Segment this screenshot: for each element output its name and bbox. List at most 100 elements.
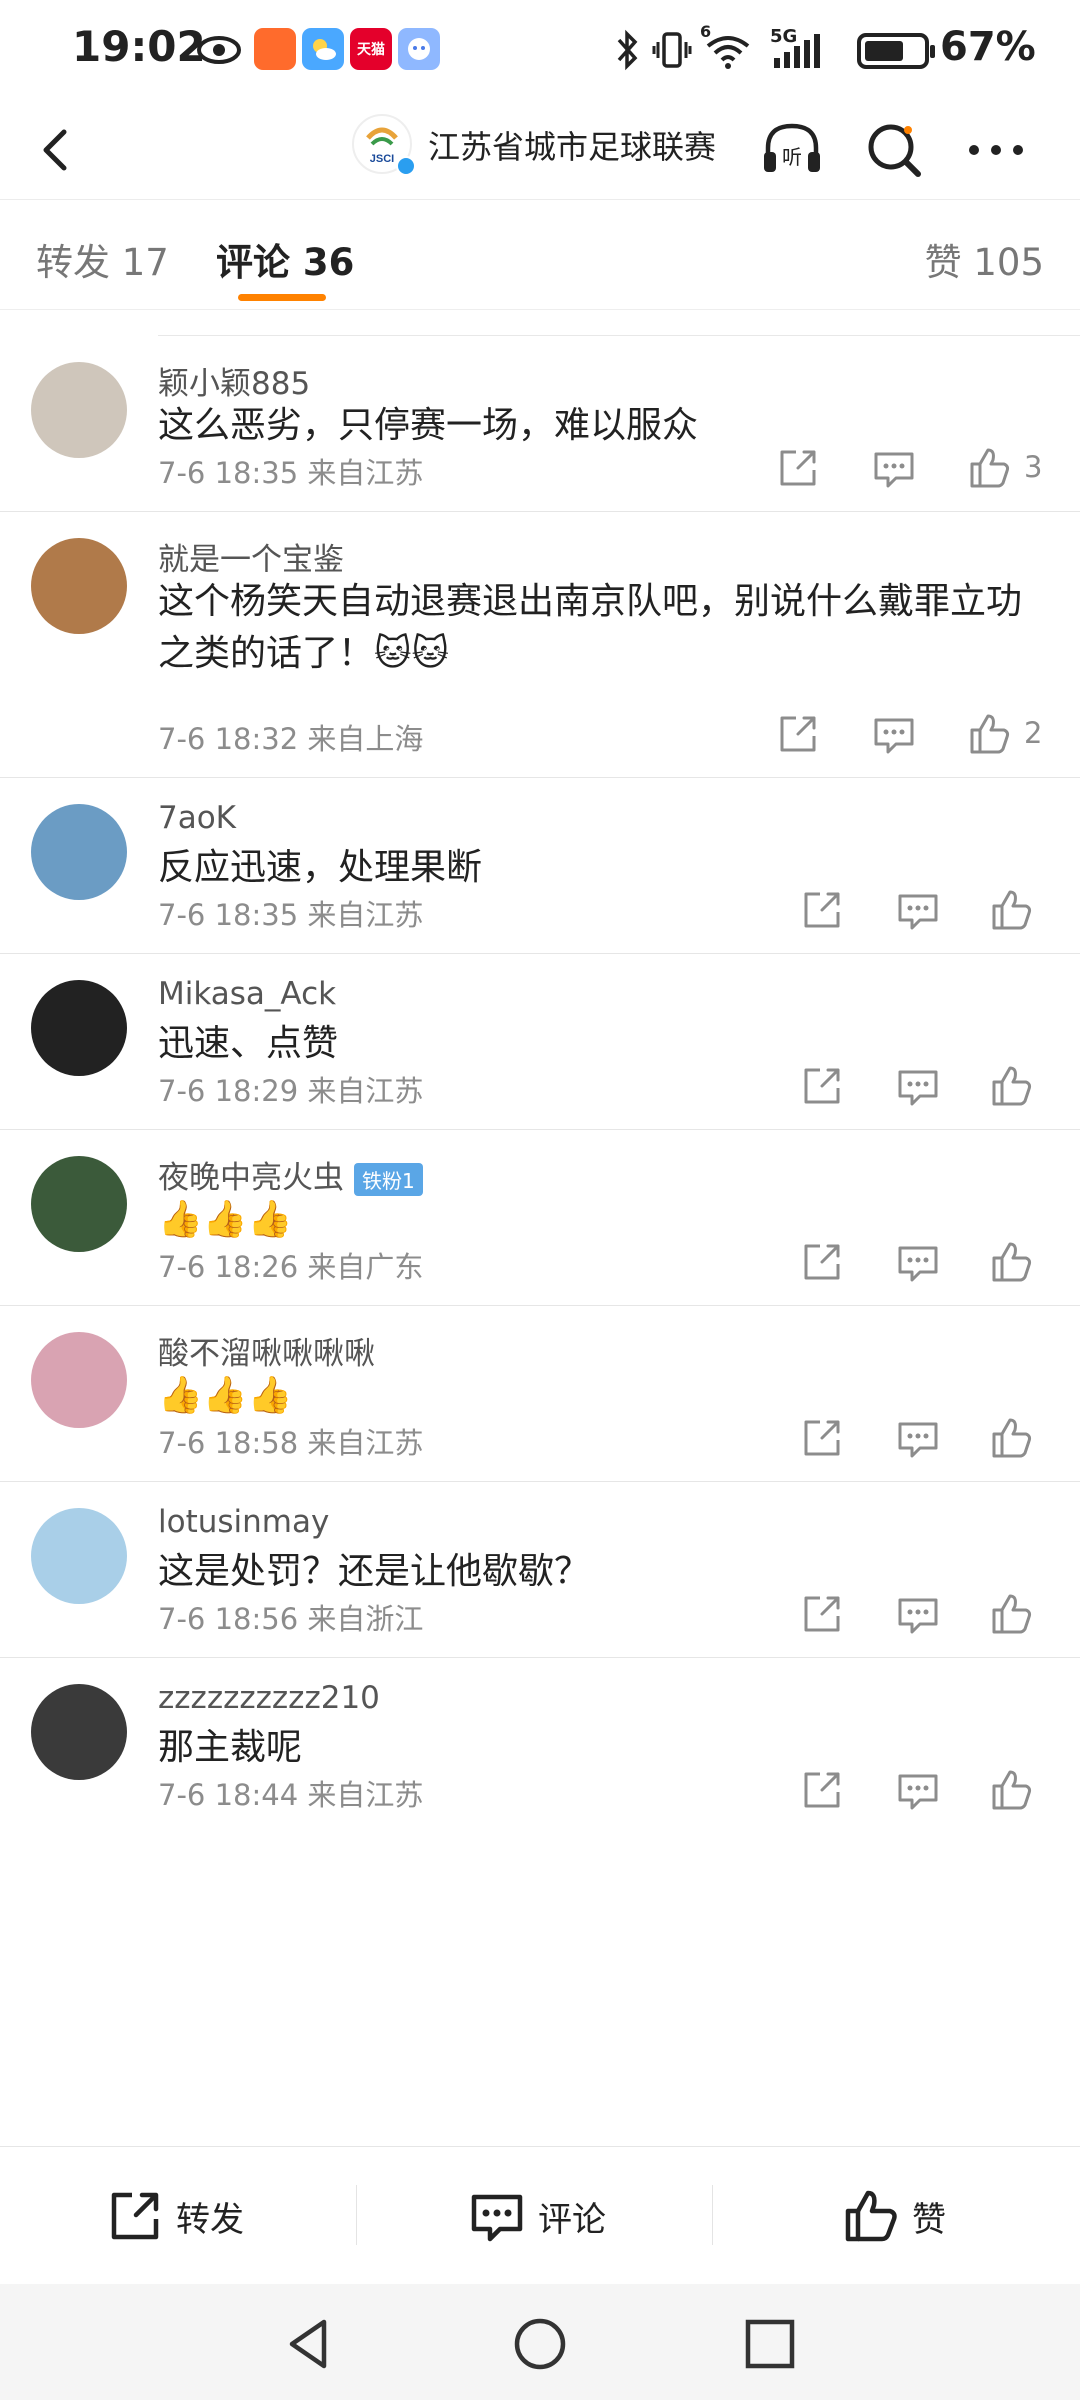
share-icon[interactable] (800, 888, 844, 932)
share-icon[interactable] (800, 1768, 844, 1812)
comment-location: 来自江苏 (307, 898, 424, 932)
comment-item[interactable]: 7aoK 反应迅速，处理果断 7-6 18:35 来自江苏 (0, 778, 1080, 954)
share-icon[interactable] (800, 1416, 844, 1460)
comment-text: 迅速、点赞 (158, 1023, 339, 1064)
thumbs-up-icon[interactable] (968, 712, 1012, 756)
comment-meta: 7-6 18:26 来自广东 (158, 1244, 423, 1286)
thumbs-up-icon[interactable] (990, 888, 1034, 932)
thumbs-up-icon[interactable] (990, 1592, 1034, 1636)
comment-text: 👍👍👍 (158, 1375, 293, 1416)
bottom-action-bar: 转发 评论 赞 (0, 2146, 1080, 2284)
signal-icon (774, 34, 820, 68)
reply-icon[interactable] (896, 888, 940, 932)
bottom-repost-button[interactable]: 转发 (106, 2147, 244, 2285)
share-icon[interactable] (776, 446, 820, 490)
comment-text: 这是处罚？还是让他歇歇？ (158, 1551, 591, 1592)
username-text: 7aoK (158, 800, 237, 836)
system-home-icon[interactable] (510, 2314, 570, 2374)
listen-headphone-icon[interactable]: 听 (756, 114, 828, 186)
share-icon[interactable] (800, 1064, 844, 1108)
reply-icon[interactable] (896, 1240, 940, 1284)
username-text: 就是一个宝鉴 (158, 542, 344, 578)
back-arrow-icon[interactable] (30, 122, 86, 178)
search-icon[interactable] (858, 114, 930, 186)
reply-icon[interactable] (896, 1768, 940, 1812)
username-text: 夜晚中亮火虫 (158, 1160, 344, 1196)
comment-username[interactable]: lotusinmay (158, 1504, 329, 1540)
comment-username[interactable]: 就是一个宝鉴 (158, 534, 344, 579)
reply-icon[interactable] (896, 1416, 940, 1460)
comment-item[interactable]: 颖小颖885 这么恶劣，只停赛一场，难以服众 7-6 18:35 来自江苏 3 (0, 336, 1080, 512)
avatar-logo-text: JSCI (370, 153, 394, 165)
comment-location: 来自江苏 (307, 456, 424, 490)
more-icon[interactable] (960, 114, 1032, 186)
tab-repost[interactable]: 转发 17 (36, 232, 169, 286)
comment-location: 来自浙江 (307, 1602, 424, 1636)
comment-meta: 7-6 18:35 来自江苏 (158, 450, 423, 492)
bottom-comment-label: 评论 (538, 2199, 606, 2240)
tab-likes[interactable]: 赞 105 (925, 232, 1044, 286)
avatar[interactable] (31, 1508, 127, 1604)
tab-active-indicator (238, 294, 326, 301)
reply-icon[interactable] (872, 712, 916, 756)
verified-badge-icon (396, 156, 416, 176)
comment-item[interactable]: 酸不溜啾啾啾啾 👍👍👍 7-6 18:58 来自江苏 (0, 1306, 1080, 1482)
comment-username[interactable]: zzzzzzzzzz210 (158, 1680, 380, 1716)
battery-level (865, 41, 903, 61)
tab-comments[interactable]: 评论 36 (216, 232, 354, 286)
comment-meta: 7-6 18:44 来自江苏 (158, 1772, 423, 1814)
thumbs-up-icon[interactable] (990, 1768, 1034, 1812)
avatar[interactable] (31, 538, 127, 634)
comment-meta: 7-6 18:58 来自江苏 (158, 1420, 423, 1462)
bluetooth-icon (617, 29, 638, 71)
repost-icon (111, 2192, 159, 2240)
comment-time: 7-6 18:26 (158, 1250, 299, 1284)
avatar[interactable] (31, 804, 127, 900)
share-icon[interactable] (800, 1592, 844, 1636)
comment-username[interactable]: 夜晚中亮火虫 铁粉1 (158, 1152, 423, 1197)
comment-username[interactable]: 7aoK (158, 800, 236, 836)
comment-username[interactable]: Mikasa_Ack (158, 976, 336, 1012)
comment-item[interactable]: lotusinmay 这是处罚？还是让他歇歇？ 7-6 18:56 来自浙江 (0, 1482, 1080, 1658)
bottom-like-label: 赞 (912, 2199, 946, 2240)
like-count: 3 (1024, 450, 1043, 484)
eye-icon (197, 36, 241, 64)
tab-bar: 转发 17 评论 36 赞 105 (0, 200, 1080, 310)
thumbs-up-icon[interactable] (968, 446, 1012, 490)
status-time: 19:02 (72, 22, 206, 71)
comment-time: 7-6 18:44 (158, 1778, 299, 1812)
reply-icon[interactable] (872, 446, 916, 490)
status-bar: 19:02 天猫 6 5G 67% (0, 0, 1080, 100)
comment-item[interactable]: zzzzzzzzzz210 那主裁呢 7-6 18:44 来自江苏 (0, 1658, 1080, 1834)
bottom-repost-label: 转发 (176, 2199, 244, 2240)
avatar[interactable] (31, 1684, 127, 1780)
thumbs-up-icon[interactable] (990, 1064, 1034, 1108)
share-icon[interactable] (800, 1240, 844, 1284)
avatar[interactable] (31, 1332, 127, 1428)
account-name[interactable]: 江苏省城市足球联赛 (428, 122, 716, 168)
share-icon[interactable] (776, 712, 820, 756)
avatar[interactable] (31, 980, 127, 1076)
comment-item[interactable]: 夜晚中亮火虫 铁粉1 👍👍👍 7-6 18:26 来自广东 (0, 1130, 1080, 1306)
reply-icon[interactable] (896, 1064, 940, 1108)
comment-meta: 7-6 18:29 来自江苏 (158, 1068, 423, 1110)
system-navigation-bar (0, 2284, 1080, 2400)
battery-percent: 67% (940, 24, 1036, 70)
bottom-comment-button[interactable]: 评论 (468, 2147, 606, 2285)
avatar[interactable] (31, 362, 127, 458)
divider (712, 2185, 713, 2245)
bottom-like-button[interactable]: 赞 (842, 2147, 946, 2285)
comment-username[interactable]: 颖小颖885 (158, 358, 310, 403)
system-recents-icon[interactable] (740, 2314, 800, 2374)
system-back-icon[interactable] (280, 2314, 340, 2374)
tmall-app-icon: 天猫 (350, 28, 392, 70)
reply-icon[interactable] (896, 1592, 940, 1636)
comment-item[interactable]: 就是一个宝鉴 这个杨笑天自动退赛退出南京队吧，别说什么戴罪立功之类的话了！🐱🐱 7-… (0, 512, 1080, 778)
comment-username[interactable]: 酸不溜啾啾啾啾 (158, 1328, 375, 1373)
assistant-app-icon (398, 28, 440, 70)
wifi-sub-label: 6 (700, 22, 712, 41)
thumbs-up-icon[interactable] (990, 1416, 1034, 1460)
avatar[interactable] (31, 1156, 127, 1252)
comment-item[interactable]: Mikasa_Ack 迅速、点赞 7-6 18:29 来自江苏 (0, 954, 1080, 1130)
thumbs-up-icon[interactable] (990, 1240, 1034, 1284)
